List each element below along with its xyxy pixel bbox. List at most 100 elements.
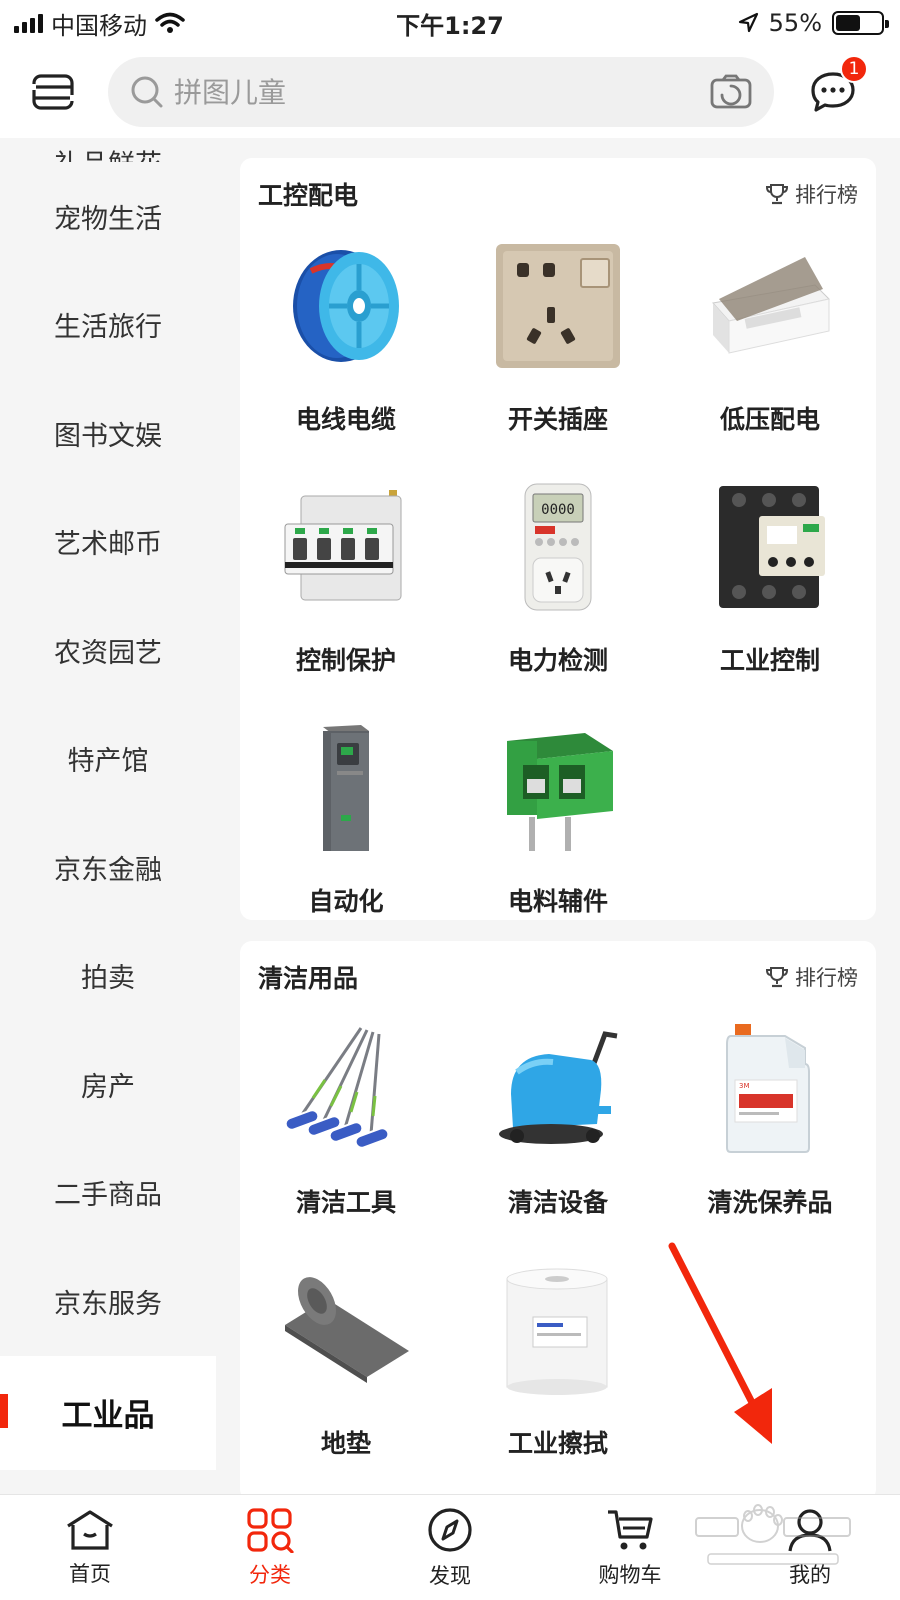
messages-button[interactable]: 1 [808, 55, 868, 117]
trophy-icon [765, 184, 789, 205]
svg-text:3M: 3M [739, 1082, 750, 1090]
floor-scrubber-icon [488, 1019, 628, 1159]
tab-label: 发现 [429, 1563, 471, 1588]
status-left: 中国移动 [14, 6, 185, 41]
section-card-industrial-power: 工控配电 排行榜 电线电缆 开关插座 低压配电 控制保护 0000 电力检测 工… [240, 158, 876, 920]
cable-reel-icon [276, 236, 416, 376]
section-header: 清洁用品 排行榜 [240, 941, 876, 1013]
ranking-link[interactable]: 排行榜 [765, 179, 858, 209]
contactor-icon [700, 477, 840, 617]
search-bar[interactable] [108, 57, 774, 127]
subcategory-grid: 电线电缆 开关插座 低压配电 控制保护 0000 电力检测 工业控制 自动化 电… [240, 230, 876, 953]
tab-cart[interactable]: 购物车 [540, 1495, 720, 1600]
subcategory-label: 低压配电 [719, 405, 820, 434]
power-meter-icon: 0000 [488, 477, 628, 617]
subcategory-label: 清洁工具 [295, 1188, 396, 1217]
sidebar-item[interactable]: 宠物生活 [0, 162, 216, 271]
subcategory-item[interactable]: 3M 清洗保养品 [664, 1013, 876, 1254]
carrier-name: 中国移动 [51, 11, 147, 40]
category-content: 工控配电 排行榜 电线电缆 开关插座 低压配电 控制保护 0000 电力检测 工… [216, 138, 900, 1494]
sidebar-item[interactable]: 图书文娱 [0, 379, 216, 488]
signal-icon [14, 13, 43, 33]
subcategory-item[interactable]: 0000 电力检测 [452, 471, 664, 712]
sidebar-item[interactable]: 生活旅行 [0, 271, 216, 380]
ranking-link[interactable]: 排行榜 [765, 962, 858, 992]
sidebar-item[interactable]: 艺术邮币 [0, 488, 216, 597]
sidebar-item[interactable]: 拍卖 [0, 922, 216, 1031]
tab-label: 购物车 [598, 1562, 662, 1587]
camera-icon[interactable] [710, 74, 752, 110]
sidebar-item[interactable]: 特产馆 [0, 705, 216, 814]
user-icon [788, 1508, 832, 1551]
category-sidebar: 礼品鲜花 宠物生活 生活旅行 图书文娱 艺术邮币 农资园艺 特产馆 京东金融 拍… [0, 138, 216, 1494]
shopping-cart-icon [608, 1509, 653, 1549]
sidebar-item[interactable]: 二手商品 [0, 1139, 216, 1248]
subcategory-item[interactable]: 清洁设备 [452, 1013, 664, 1254]
subcategory-label: 控制保护 [295, 646, 396, 675]
search-input[interactable] [174, 75, 710, 109]
subcategory-label: 清洁设备 [507, 1188, 608, 1217]
tab-category[interactable]: 分类 [180, 1495, 360, 1600]
floor-mat-icon [276, 1260, 416, 1400]
wall-socket-icon [488, 236, 628, 376]
tab-label: 我的 [789, 1562, 831, 1587]
message-count-badge: 1 [840, 55, 868, 83]
circuit-breaker-icon [276, 477, 416, 617]
section-title: 清洁用品 [258, 964, 359, 993]
subcategory-item[interactable]: 控制保护 [240, 471, 452, 712]
subcategory-label: 地垫 [320, 1429, 371, 1458]
subcategory-item[interactable]: 电线电缆 [240, 230, 452, 471]
subcategory-item[interactable]: 低压配电 [664, 230, 876, 471]
distribution-box-icon [700, 236, 840, 376]
section-title: 工控配电 [258, 181, 359, 210]
subcategory-label: 电力检测 [507, 646, 608, 675]
subcategory-item[interactable]: 地垫 [240, 1254, 452, 1494]
subcategory-grid: 清洁工具 清洁设备 3M 清洗保养品 地垫 工业擦拭 [240, 1013, 876, 1494]
sidebar-item[interactable]: 房产 [0, 1030, 216, 1139]
status-bar: 中国移动 下午1:27 55% [0, 0, 900, 46]
battery-fill [836, 15, 861, 31]
top-header: 1 [0, 46, 900, 138]
tab-discover[interactable]: 发现 [360, 1495, 540, 1600]
ranking-label: 排行榜 [795, 183, 858, 207]
sidebar-item-partial[interactable]: 礼品鲜花 [0, 138, 216, 163]
subcategory-label: 电料辅件 [507, 887, 608, 916]
battery-icon [832, 11, 889, 35]
subcategory-item[interactable]: 清洁工具 [240, 1013, 452, 1254]
location-arrow-icon [738, 12, 758, 33]
menu-list-icon [31, 74, 75, 110]
subcategory-label: 工业控制 [719, 646, 820, 675]
tab-profile[interactable]: 我的 [720, 1495, 900, 1600]
terminal-block-icon [488, 718, 628, 858]
subcategory-item[interactable]: 工业擦拭 [452, 1254, 664, 1494]
subcategory-label: 清洗保养品 [707, 1188, 833, 1217]
search-icon [131, 76, 163, 108]
tab-label: 分类 [249, 1562, 291, 1587]
ranking-label: 排行榜 [795, 966, 858, 990]
category-grid-icon [247, 1507, 294, 1553]
wifi-icon [155, 12, 185, 33]
wiper-roll-icon [488, 1260, 628, 1400]
subcategory-label: 电线电缆 [295, 405, 396, 434]
bottom-tab-bar: 首页 分类 发现 购物车 我的 [0, 1494, 900, 1600]
tab-home[interactable]: 首页 [0, 1495, 180, 1600]
cleaner-jug-icon: 3M [700, 1019, 840, 1159]
subcategory-item[interactable]: 自动化 [240, 712, 452, 953]
sidebar-item[interactable]: 农资园艺 [0, 596, 216, 705]
section-card-cleaning: 清洁用品 排行榜 清洁工具 清洁设备 3M 清洗保养品 地垫 工业擦拭 [240, 941, 876, 1494]
subcategory-item[interactable]: 工业控制 [664, 471, 876, 712]
subcategory-item[interactable]: 电料辅件 [452, 712, 664, 953]
home-icon [67, 1509, 113, 1550]
subcategory-label: 开关插座 [507, 405, 608, 434]
section-header: 工控配电 排行榜 [240, 158, 876, 230]
subcategory-label: 自动化 [308, 887, 384, 916]
subcategory-item[interactable]: 开关插座 [452, 230, 664, 471]
svg-text:0000: 0000 [541, 502, 575, 518]
sidebar-item[interactable]: 京东服务 [0, 1247, 216, 1356]
compass-icon [428, 1507, 472, 1552]
battery-percent: 55% [768, 9, 822, 37]
inverter-drive-icon [276, 718, 416, 858]
sidebar-item[interactable]: 京东金融 [0, 813, 216, 922]
sidebar-item-active[interactable]: 工业品 [0, 1355, 216, 1470]
menu-button[interactable] [30, 69, 76, 115]
